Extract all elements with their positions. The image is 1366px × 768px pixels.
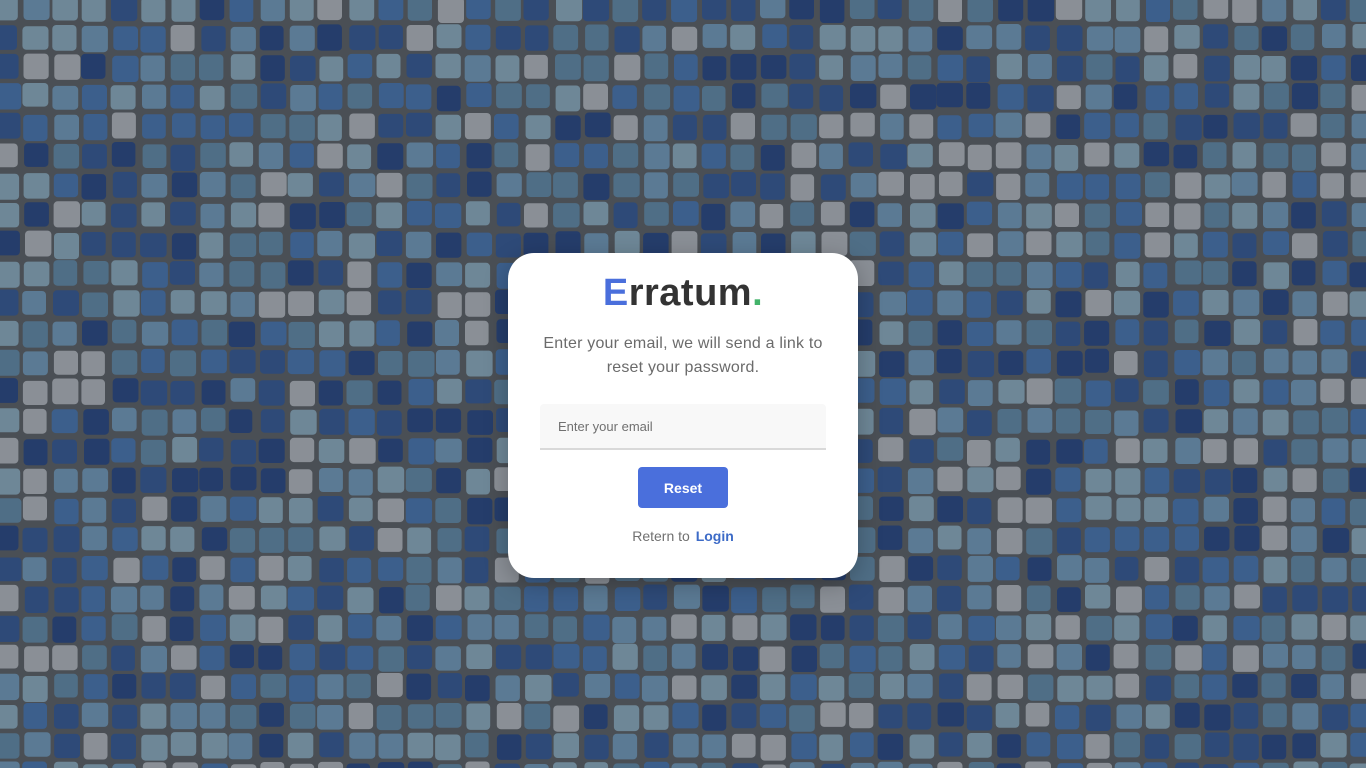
return-text: Retern to [632, 528, 690, 544]
logo-rest: rratum [628, 272, 753, 314]
email-input[interactable] [540, 404, 826, 450]
logo-dot: . [752, 272, 764, 314]
reset-password-card: Erratum. Enter your email, we will send … [508, 253, 858, 578]
logo-first-letter: E [602, 272, 629, 314]
return-to-login-row: Retern to Login [508, 527, 858, 545]
login-link[interactable]: Login [696, 528, 734, 544]
reset-button[interactable]: Reset [638, 467, 728, 508]
app-logo: Erratum. [508, 271, 858, 315]
instructions-text: Enter your email, we will send a link to… [543, 335, 823, 376]
